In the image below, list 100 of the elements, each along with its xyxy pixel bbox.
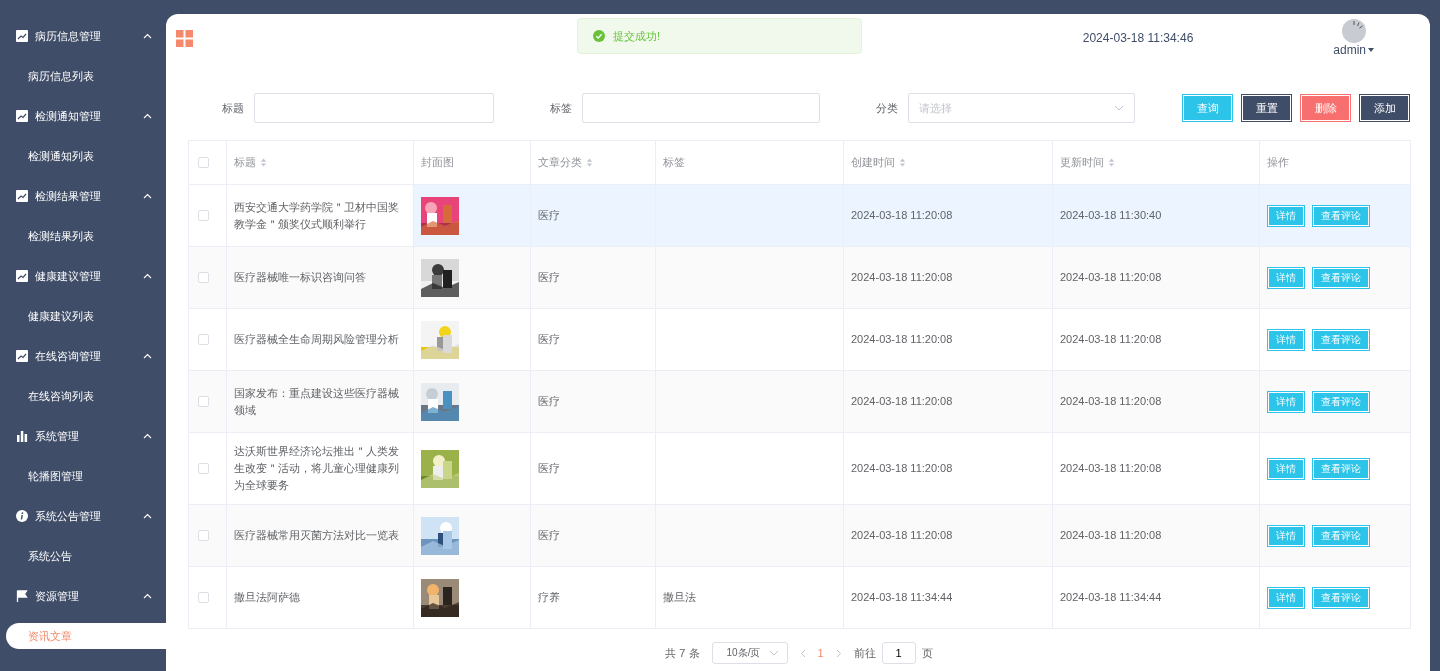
menu-item[interactable]: 资讯文章 bbox=[6, 623, 166, 649]
input-field[interactable] bbox=[254, 93, 494, 123]
toolbar-button[interactable]: 删除 bbox=[1300, 94, 1351, 122]
checkbox[interactable] bbox=[198, 157, 209, 168]
chart-icon bbox=[16, 270, 28, 282]
action-button[interactable]: 查看评论 bbox=[1312, 457, 1370, 480]
menu-group[interactable]: 检测通知管理 bbox=[0, 96, 166, 136]
page-number[interactable]: 1 bbox=[817, 647, 824, 659]
filter-label: 分类 bbox=[875, 100, 899, 116]
checkbox[interactable] bbox=[198, 530, 209, 541]
chevron-down-icon[interactable] bbox=[1114, 105, 1124, 111]
flag-icon bbox=[16, 590, 28, 602]
prev-page-icon[interactable] bbox=[799, 648, 806, 658]
column-header: 操作 bbox=[1267, 156, 1289, 168]
table-cell: 2024-03-18 11:30:40 bbox=[1060, 209, 1162, 221]
checkbox[interactable] bbox=[198, 396, 209, 407]
table-cell: 医疗 bbox=[538, 462, 560, 474]
column-header: 标签 bbox=[663, 156, 685, 168]
table-cell: 2024-03-18 11:20:08 bbox=[851, 333, 953, 345]
sort-icon[interactable] bbox=[586, 158, 593, 167]
column-header[interactable]: 文章分类 bbox=[538, 155, 582, 170]
chevron-down-icon[interactable] bbox=[768, 650, 779, 656]
chevron-icon[interactable] bbox=[143, 273, 152, 279]
table-cell: 撒旦法 bbox=[663, 591, 696, 603]
menu-group[interactable]: 检测结果管理 bbox=[0, 176, 166, 216]
action-button[interactable]: 详情 bbox=[1267, 586, 1305, 609]
user-menu[interactable]: admin bbox=[1333, 43, 1374, 57]
menu-group[interactable]: 在线咨询管理 bbox=[0, 336, 166, 376]
action-button[interactable]: 查看评论 bbox=[1312, 390, 1370, 413]
menu-item[interactable]: 健康建议列表 bbox=[0, 296, 166, 336]
menu-group[interactable]: 系统管理 bbox=[0, 416, 166, 456]
checkbox[interactable] bbox=[198, 592, 209, 603]
table-cell: 达沃斯世界经济论坛推出＂人类发生改变＂活动，将儿童心理健康列为全球要务 bbox=[234, 445, 399, 491]
chevron-icon[interactable] bbox=[143, 113, 152, 119]
menu-item[interactable]: 检测结果列表 bbox=[0, 216, 166, 256]
chevron-icon[interactable] bbox=[143, 33, 152, 39]
filter-label: 标题 bbox=[221, 100, 245, 116]
table-cell: 医疗 bbox=[538, 271, 560, 283]
action-button[interactable]: 详情 bbox=[1267, 204, 1305, 227]
action-button[interactable]: 详情 bbox=[1267, 457, 1305, 480]
action-button[interactable]: 详情 bbox=[1267, 328, 1305, 351]
action-button[interactable]: 查看评论 bbox=[1312, 524, 1370, 547]
menu-group[interactable]: 健康建议管理 bbox=[0, 256, 166, 296]
chevron-icon[interactable] bbox=[143, 353, 152, 359]
checkbox[interactable] bbox=[198, 463, 209, 474]
table-cell: 2024-03-18 11:20:08 bbox=[1060, 333, 1162, 345]
column-header[interactable]: 更新时间 bbox=[1060, 155, 1104, 170]
menu-item[interactable]: 轮播图管理 bbox=[0, 456, 166, 496]
chevron-icon[interactable] bbox=[143, 433, 152, 439]
input-field[interactable] bbox=[582, 93, 820, 123]
sort-icon[interactable] bbox=[260, 158, 267, 167]
table-cell: 2024-03-18 11:20:08 bbox=[1060, 395, 1162, 407]
chevron-icon[interactable] bbox=[143, 593, 152, 599]
column-header[interactable]: 标题 bbox=[234, 155, 256, 170]
menu-group[interactable]: 病历信息管理 bbox=[0, 16, 166, 56]
table-cell: 2024-03-18 11:20:08 bbox=[851, 209, 953, 221]
action-button[interactable]: 查看评论 bbox=[1312, 204, 1370, 227]
table-cell: 2024-03-18 11:20:08 bbox=[851, 529, 953, 541]
chart-icon bbox=[16, 30, 28, 42]
chevron-icon[interactable] bbox=[143, 513, 152, 519]
page-input[interactable]: 1 bbox=[881, 642, 916, 664]
table-cell: 2024-03-18 11:20:08 bbox=[851, 462, 953, 474]
page-size-select[interactable]: 10条/页 bbox=[711, 642, 788, 664]
next-page-icon[interactable] bbox=[835, 648, 842, 658]
column-header: 封面图 bbox=[421, 156, 454, 168]
menu-group[interactable]: 资源管理 bbox=[0, 576, 166, 616]
action-button[interactable]: 详情 bbox=[1267, 524, 1305, 547]
filter-label: 标签 bbox=[549, 100, 573, 116]
avatar-icon[interactable] bbox=[1341, 19, 1366, 43]
action-button[interactable]: 详情 bbox=[1267, 390, 1305, 413]
action-button[interactable]: 查看评论 bbox=[1312, 328, 1370, 351]
sort-icon[interactable] bbox=[899, 158, 906, 167]
table-cell: 2024-03-18 11:34:44 bbox=[851, 591, 953, 603]
menu-group[interactable]: 系统公告管理 bbox=[0, 496, 166, 536]
table-cell: 医疗器械常用灭菌方法对比一览表 bbox=[234, 529, 399, 541]
action-button[interactable]: 详情 bbox=[1267, 266, 1305, 289]
menu-item[interactable]: 检测通知列表 bbox=[0, 136, 166, 176]
table-cell: 医疗 bbox=[538, 529, 560, 541]
toolbar-button[interactable]: 重置 bbox=[1241, 94, 1292, 122]
checkbox[interactable] bbox=[198, 210, 209, 221]
menu-item[interactable]: 在线咨询列表 bbox=[0, 376, 166, 416]
toolbar-button[interactable]: 查询 bbox=[1182, 94, 1233, 122]
action-button[interactable]: 查看评论 bbox=[1312, 266, 1370, 289]
action-button[interactable]: 查看评论 bbox=[1312, 586, 1370, 609]
caret-icon[interactable] bbox=[1368, 48, 1374, 52]
sort-icon[interactable] bbox=[1108, 158, 1115, 167]
datetime-text: 2024-03-18 11:34:46 bbox=[1082, 31, 1194, 45]
menu-item[interactable]: 系统公告 bbox=[0, 536, 166, 576]
table-cell: 西安交通大学药学院＂卫材中国奖教学金＂颁奖仪式顺利举行 bbox=[234, 200, 399, 230]
grid-icon[interactable] bbox=[176, 29, 193, 47]
checkbox[interactable] bbox=[198, 272, 209, 283]
toast-message: 提交成功! bbox=[613, 28, 661, 44]
checkbox[interactable] bbox=[198, 334, 209, 345]
bar-chart-icon bbox=[16, 430, 28, 442]
toolbar-button[interactable]: 添加 bbox=[1359, 94, 1410, 122]
table-cell: 医疗 bbox=[538, 333, 560, 345]
table-cell: 医疗器械唯一标识咨询问答 bbox=[234, 271, 366, 283]
column-header[interactable]: 创建时间 bbox=[851, 155, 895, 170]
menu-item[interactable]: 病历信息列表 bbox=[0, 56, 166, 96]
chevron-icon[interactable] bbox=[143, 193, 152, 199]
